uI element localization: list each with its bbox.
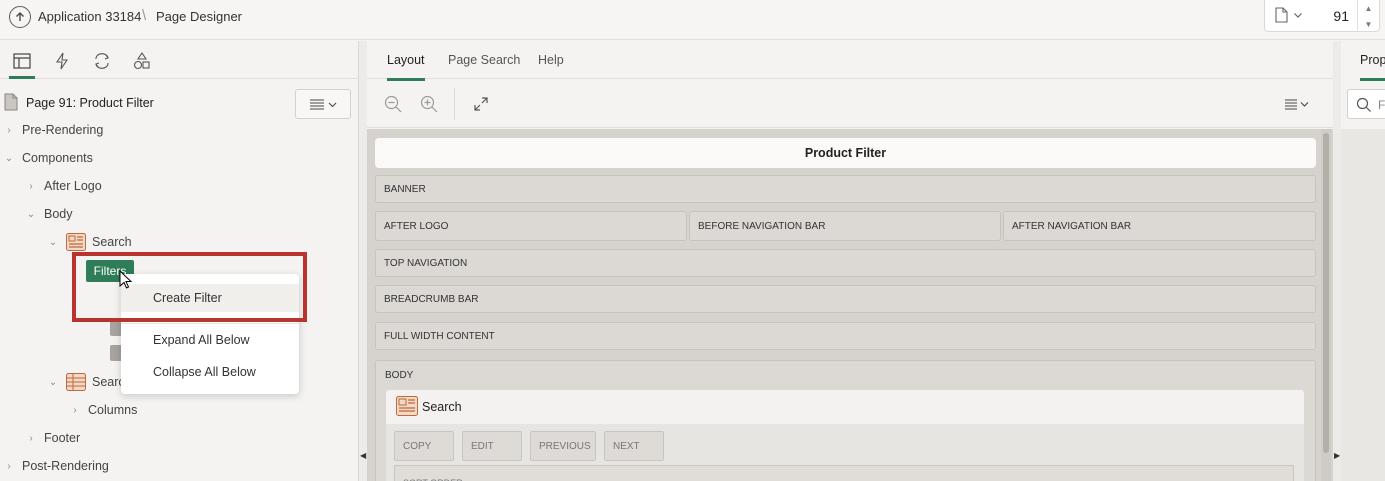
slot-edit[interactable]: EDIT [462,431,522,461]
chevron-down-icon[interactable] [1293,8,1303,23]
search-region-card[interactable]: Search COPY EDIT PREVIOUS NEXT SORT ORDE… [386,390,1304,481]
tree-node-search-results[interactable]: ⌄ Searc [46,372,125,392]
region-before-navigation-bar[interactable]: BEFORE NAVIGATION BAR [689,211,1001,241]
dynamic-actions-tab-icon[interactable] [51,49,73,73]
shared-components-tab-icon[interactable] [131,49,153,73]
tree-node-label: Post-Rendering [22,459,109,473]
region-after-logo[interactable]: AFTER LOGO [375,211,687,241]
layout-toolbar [367,80,1333,128]
search-region-icon [396,396,418,419]
slot-next[interactable]: NEXT [604,431,664,461]
center-tab-bar: Layout Page Search Help [367,41,1333,81]
tree-node-after-logo[interactable]: › After Logo [24,176,102,196]
property-search-input[interactable]: F [1347,89,1385,119]
region-body[interactable]: BODY Search COPY EDIT PREVIOUS NEXT SORT… [375,360,1316,481]
left-splitter[interactable]: ◀ [359,41,367,481]
annotation-highlight-box [72,252,307,322]
breadcrumb-application[interactable]: Application 33184 [38,9,141,24]
region-banner[interactable]: BANNER [375,175,1316,203]
chevron-down-icon[interactable]: ⌄ [46,377,60,388]
breadcrumb-separator: \ [142,7,147,24]
tree-menu-button[interactable] [295,89,351,119]
tree-node-search[interactable]: ⌄ Search [46,232,132,252]
tree-node-columns[interactable]: › Columns [68,400,137,420]
search-region-title: Search [422,400,462,414]
tree-node-label: Body [44,207,73,221]
tree-node-label: Search [92,235,132,249]
slot-sort-order[interactable]: SORT ORDER [394,465,1294,481]
center-panel: Layout Page Search Help Product Filter B… [367,41,1333,481]
search-icon [1356,97,1371,112]
tree-node-label: Searc [92,375,125,389]
chevron-down-icon[interactable]: ⌄ [46,237,60,248]
toolbar-divider [454,88,455,120]
tab-layout[interactable]: Layout [387,53,425,81]
report-region-icon [66,372,86,392]
rendering-tab-icon[interactable] [9,49,35,79]
slot-copy[interactable]: COPY [394,431,454,461]
tree-node-label: Columns [88,403,138,417]
chevron-down-icon[interactable]: ⌄ [24,209,38,220]
region-breadcrumb-bar[interactable]: BREADCRUMB BAR [375,285,1316,313]
menu-item-collapse-all-below[interactable]: Collapse All Below [121,358,299,386]
scrollbar-thumb[interactable] [1323,133,1329,453]
left-tab-bar [0,41,359,79]
tree-node-label: After Logo [44,179,102,193]
search-placeholder: F [1378,98,1385,112]
page-document-icon [4,93,18,114]
menu-divider [121,323,299,324]
region-after-navigation-bar[interactable]: AFTER NAVIGATION BAR [1003,211,1316,241]
hamburger-icon [309,98,324,110]
tree-node-post-rendering[interactable]: › Post-Rendering [2,456,109,476]
layout-menu-icon[interactable] [1282,93,1312,115]
tree-node-label: Components [22,151,93,165]
search-region-header: Search [386,390,1304,424]
page-selector[interactable]: 91 ▲ ▼ [1264,0,1380,32]
region-full-width-content[interactable]: FULL WIDTH CONTENT [375,322,1316,350]
tree-node-body[interactable]: ⌄ Body [24,204,73,224]
canvas-page-title: Product Filter [375,138,1316,168]
up-arrow-icon[interactable] [9,6,31,28]
chevron-down-icon[interactable]: ▼ [1365,20,1373,29]
region-top-navigation[interactable]: TOP NAVIGATION [375,249,1316,277]
tree-node-footer[interactable]: › Footer [24,428,80,448]
tab-help[interactable]: Help [538,53,564,67]
expand-icon[interactable] [470,93,492,115]
chevron-right-icon[interactable]: › [2,125,16,136]
page-number-input[interactable]: 91 [1333,8,1349,24]
zoom-in-icon[interactable] [418,93,440,115]
layout-canvas[interactable]: Product Filter BANNER AFTER LOGO BEFORE … [367,129,1333,481]
slot-previous[interactable]: PREVIOUS [530,431,596,461]
tree-node-label: Pre-Rendering [22,123,104,137]
top-bar: Application 33184 \ Page Designer 91 ▲ ▼ [0,0,1385,40]
mouse-cursor-icon [119,269,133,293]
page-spinner[interactable]: ▲ ▼ [1357,0,1379,32]
canvas-scrollbar[interactable] [1321,129,1331,481]
tree-node-label: Footer [44,431,81,445]
chevron-right-icon[interactable]: › [2,461,16,472]
zoom-out-icon[interactable] [382,93,404,115]
chevron-right-icon[interactable]: › [24,181,38,192]
right-panel: Prop F [1341,41,1385,481]
chevron-up-icon[interactable]: ▲ [1365,4,1373,13]
processing-tab-icon[interactable] [91,49,113,73]
right-splitter[interactable]: ▶ [1333,41,1341,481]
body-label: BODY [385,370,414,381]
tab-page-search[interactable]: Page Search [448,53,520,67]
chevron-down-icon [328,102,336,107]
menu-item-expand-all-below[interactable]: Expand All Below [121,326,299,354]
tree-node-pre-rendering[interactable]: › Pre-Rendering [2,120,103,140]
document-icon[interactable] [1275,7,1288,26]
tree-node-components[interactable]: ⌄ Components [2,148,93,168]
search-region-icon [66,232,86,252]
collapse-right-arrow-icon[interactable]: ▶ [1334,451,1340,460]
chevron-right-icon[interactable]: › [68,405,82,416]
chevron-down-icon[interactable]: ⌄ [2,153,16,164]
chevron-right-icon[interactable]: › [24,433,38,444]
tab-property-editor[interactable]: Prop [1360,53,1385,81]
breadcrumb-page-designer: Page Designer [156,9,242,24]
page-title: Page 91: Product Filter [26,96,154,110]
property-editor-body [1341,129,1385,481]
collapse-left-arrow-icon[interactable]: ◀ [360,451,366,460]
